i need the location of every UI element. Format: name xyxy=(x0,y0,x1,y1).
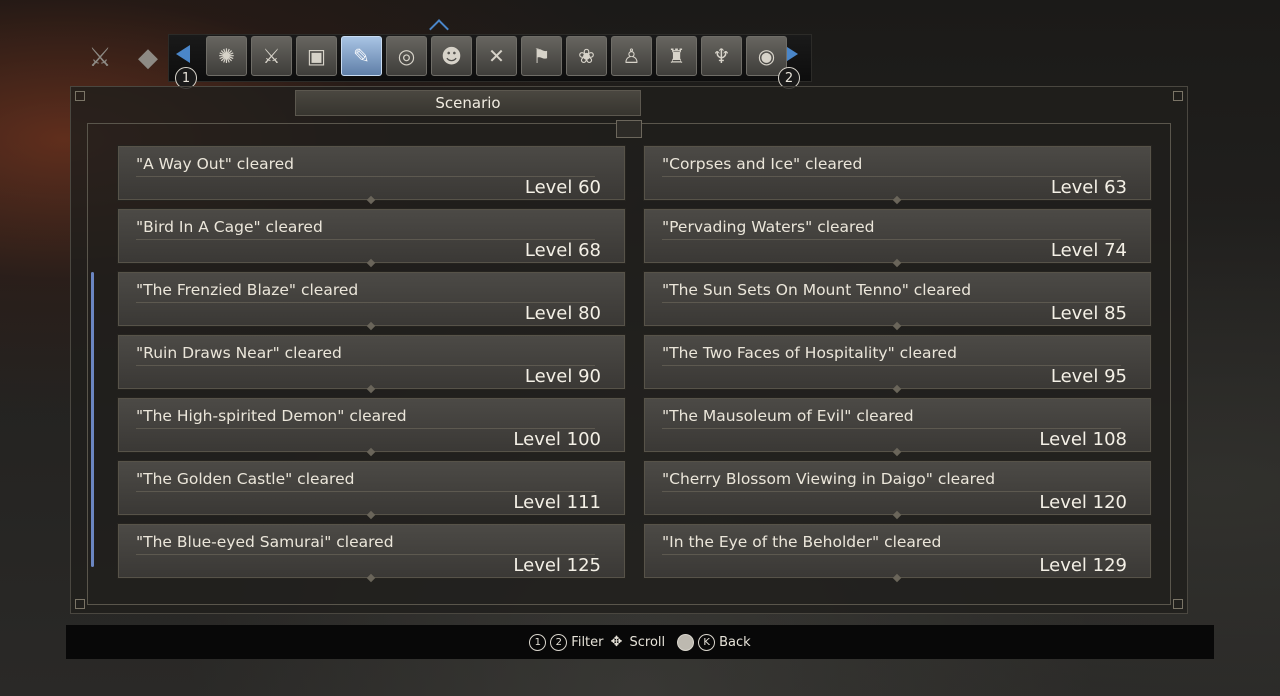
button-2-icon: 2 xyxy=(550,633,568,651)
achievement-card[interactable]: "In the Eye of the Beholder" cleared Leve… xyxy=(643,523,1152,583)
controls-footer: 1 2 Filter ✥ Scroll K Back xyxy=(66,625,1214,659)
achievement-name: "The Two Faces of Hospitality" cleared xyxy=(662,344,957,362)
achievement-level: Level 129 xyxy=(1039,555,1127,576)
achievement-level: Level 100 xyxy=(513,429,601,450)
achievement-card[interactable]: "Bird In A Cage" cleared Level 68 xyxy=(117,208,626,268)
demon-mask-icon[interactable]: ☻ xyxy=(431,36,472,76)
category-tab-bar: ⚔ ◆ ✺ ⚔ ▣ ✎ ◎ ☻ ✕ ⚑ ❀ ♙ ♜ ♆ ◉ 1 2 xyxy=(80,19,812,89)
button-1-icon: 1 xyxy=(529,633,547,651)
hooded-figure-icon[interactable]: ♙ xyxy=(611,36,652,76)
warrior-icon[interactable]: ⚔ xyxy=(251,36,292,76)
card-ornament-icon xyxy=(892,510,902,520)
stick-button-icon xyxy=(677,633,695,651)
card-ornament-icon xyxy=(892,321,902,331)
corner-ornament xyxy=(75,599,85,609)
achievement-card[interactable]: "The Mausoleum of Evil" cleared Level 108 xyxy=(643,397,1152,457)
achievement-card[interactable]: "The Sun Sets On Mount Tenno" cleared Lev… xyxy=(643,271,1152,331)
oni-icon[interactable]: ♆ xyxy=(701,36,742,76)
achievement-level: Level 108 xyxy=(1039,429,1127,450)
panel-emblem-icon xyxy=(616,120,642,138)
achievement-card[interactable]: "Ruin Draws Near" cleared Level 90 xyxy=(117,334,626,394)
corner-ornament xyxy=(1173,91,1183,101)
banner-icon[interactable]: ⚑ xyxy=(521,36,562,76)
card-ornament-icon xyxy=(366,195,376,205)
achievement-card[interactable]: "The Two Faces of Hospitality" cleared Le… xyxy=(643,334,1152,394)
scroll-icon[interactable]: ✎ xyxy=(341,36,382,76)
achievement-card[interactable]: "The Blue-eyed Samurai" cleared Level 125 xyxy=(117,523,626,583)
achievement-level: Level 63 xyxy=(1050,177,1127,198)
achievement-level: Level 125 xyxy=(513,555,601,576)
achievement-name: "The Frenzied Blaze" cleared xyxy=(136,281,359,299)
card-ornament-icon xyxy=(892,195,902,205)
achievement-card[interactable]: "A Way Out" cleared Level 60 xyxy=(117,145,626,205)
tabs-row: ✺ ⚔ ▣ ✎ ◎ ☻ ✕ ⚑ ❀ ♙ ♜ ♆ ◉ xyxy=(206,36,787,76)
spiral-icon[interactable]: ◎ xyxy=(386,36,427,76)
achievement-name: "Corpses and Ice" cleared xyxy=(662,155,863,173)
achievement-name: "In the Eye of the Beholder" cleared xyxy=(662,533,942,551)
achievement-level: Level 111 xyxy=(513,492,601,513)
card-ornament-icon xyxy=(366,447,376,457)
achievement-card[interactable]: "The Golden Castle" cleared Level 111 xyxy=(117,460,626,520)
corner-ornament xyxy=(75,91,85,101)
achievement-level: Level 74 xyxy=(1050,240,1127,261)
chest-icon[interactable]: ▣ xyxy=(296,36,337,76)
whirlwind-icon[interactable]: ❀ xyxy=(566,36,607,76)
achievement-card[interactable]: "Cherry Blossom Viewing in Daigo" cleare… xyxy=(643,460,1152,520)
achievement-level: Level 90 xyxy=(524,366,601,387)
achievement-name: "Pervading Waters" cleared xyxy=(662,218,875,236)
achievement-card[interactable]: "Corpses and Ice" cleared Level 63 xyxy=(643,145,1152,205)
panel-title: Scenario xyxy=(295,90,641,116)
achievement-name: "The Golden Castle" cleared xyxy=(136,470,355,488)
tab-prev-arrow-icon[interactable] xyxy=(176,45,190,63)
back-hint[interactable]: Back xyxy=(719,635,751,650)
card-ornament-icon xyxy=(892,258,902,268)
achievement-card[interactable]: "The High-spirited Demon" cleared Level 1… xyxy=(117,397,626,457)
achievement-level: Level 85 xyxy=(1050,303,1127,324)
card-ornament-icon xyxy=(366,510,376,520)
achievement-level: Level 60 xyxy=(524,177,601,198)
crossed-blades-icon[interactable]: ✕ xyxy=(476,36,517,76)
card-ornament-icon xyxy=(892,384,902,394)
flame-swirl-icon[interactable]: ✺ xyxy=(206,36,247,76)
achievement-name: "The High-spirited Demon" cleared xyxy=(136,407,407,425)
card-ornament-icon xyxy=(892,447,902,457)
achievement-level: Level 80 xyxy=(524,303,601,324)
achievement-card[interactable]: "Pervading Waters" cleared Level 74 xyxy=(643,208,1152,268)
card-ornament-icon xyxy=(366,384,376,394)
stone-icon[interactable]: ◆ xyxy=(128,38,168,78)
achievement-name: "The Sun Sets On Mount Tenno" cleared xyxy=(662,281,972,299)
achievement-level: Level 68 xyxy=(524,240,601,261)
achievement-name: "Bird In A Cage" cleared xyxy=(136,218,323,236)
armor-icon[interactable]: ♜ xyxy=(656,36,697,76)
corner-ornament xyxy=(1173,599,1183,609)
achievement-level: Level 95 xyxy=(1050,366,1127,387)
scenario-panel: Scenario "A Way Out" cleared Level 60 "Cor… xyxy=(70,86,1188,614)
achievement-name: "The Blue-eyed Samurai" cleared xyxy=(136,533,394,551)
k-key-icon: K xyxy=(698,633,716,651)
dpad-icon: ✥ xyxy=(610,634,623,650)
card-ornament-icon xyxy=(366,321,376,331)
entries-grid: "A Way Out" cleared Level 60 "Corpses and … xyxy=(117,145,1152,583)
scroll-hint[interactable]: Scroll xyxy=(630,635,666,650)
achievement-card[interactable]: "The Frenzied Blaze" cleared Level 80 xyxy=(117,271,626,331)
card-ornament-icon xyxy=(366,258,376,268)
achievement-name: "Ruin Draws Near" cleared xyxy=(136,344,342,362)
filter-hint[interactable]: Filter xyxy=(571,635,603,650)
achievement-name: "Cherry Blossom Viewing in Daigo" cleare… xyxy=(662,470,996,488)
achievement-level: Level 120 xyxy=(1039,492,1127,513)
crossed-swords-icon[interactable]: ⚔ xyxy=(80,38,120,78)
scrollbar[interactable] xyxy=(91,272,94,567)
achievement-name: "The Mausoleum of Evil" cleared xyxy=(662,407,914,425)
achievement-name: "A Way Out" cleared xyxy=(136,155,295,173)
